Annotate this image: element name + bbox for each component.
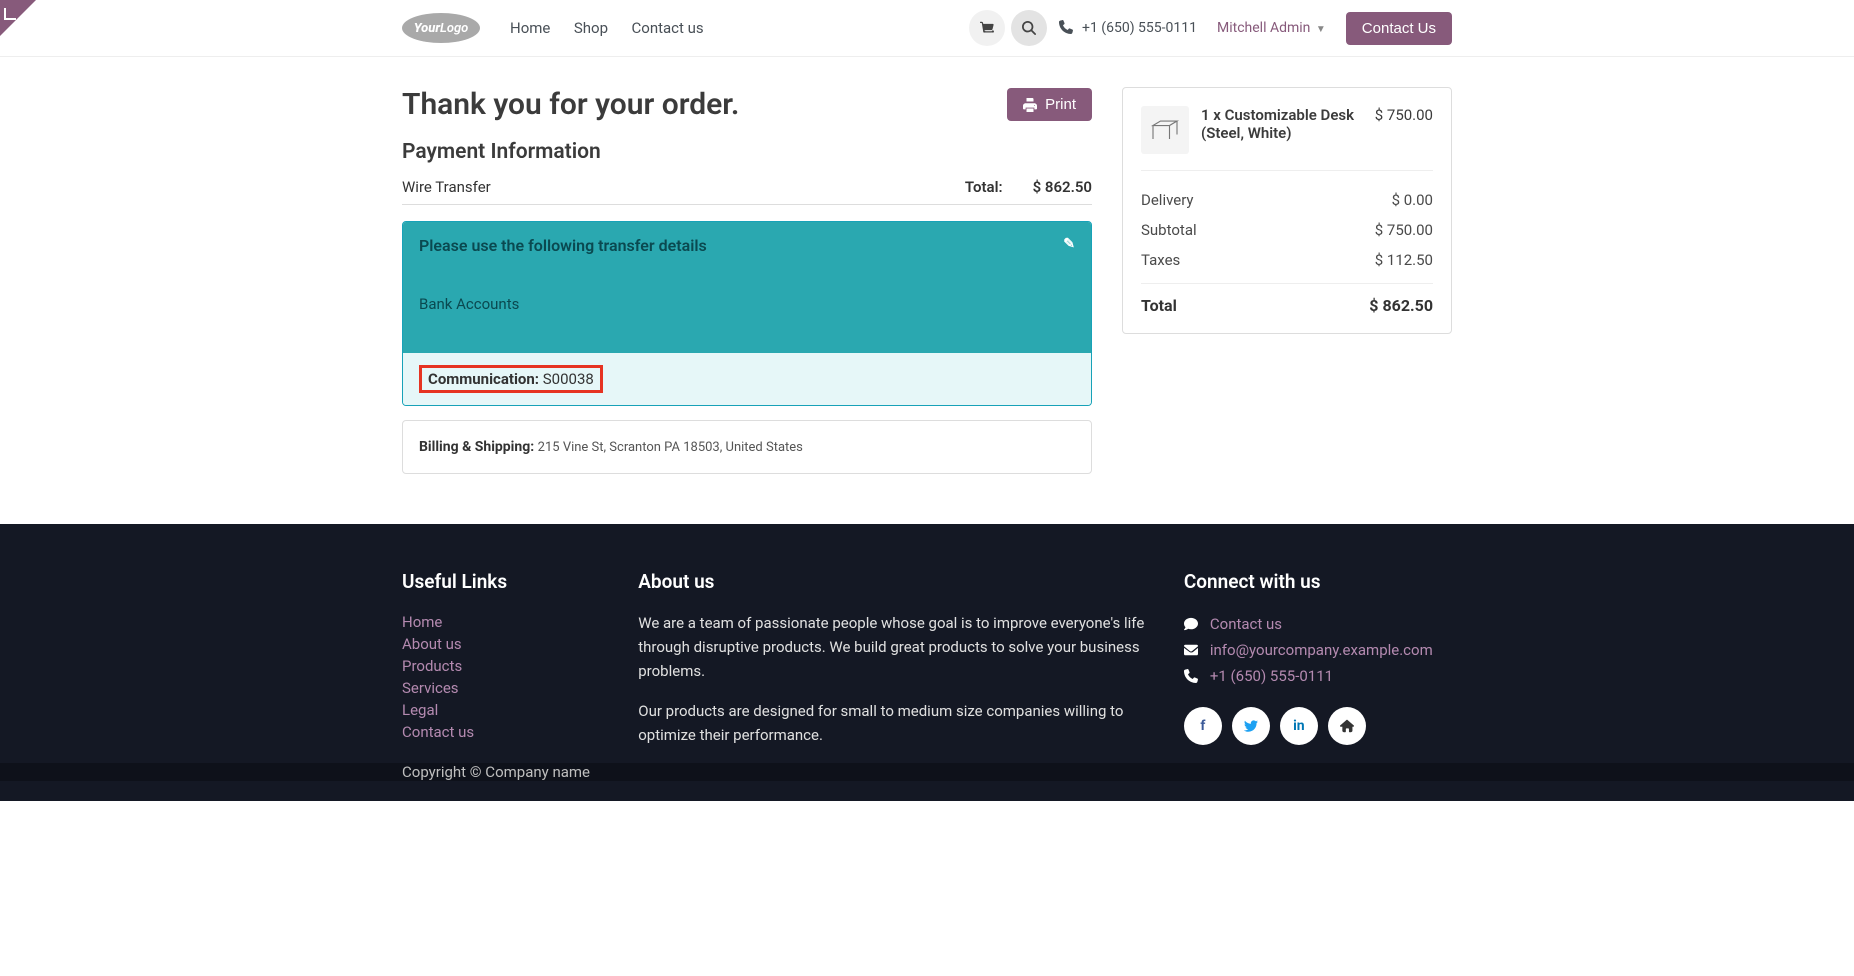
cart-icon[interactable]: [969, 10, 1005, 46]
product-name: 1 x Customizable Desk (Steel, White): [1201, 106, 1363, 142]
nav-shop[interactable]: Shop: [564, 11, 618, 45]
footer-contact-link[interactable]: Contact us: [1210, 613, 1282, 635]
logo[interactable]: YourLogo: [402, 13, 480, 43]
pencil-icon[interactable]: ✎: [1063, 236, 1075, 255]
footer-link[interactable]: Home: [402, 611, 608, 633]
main-nav: Home Shop Contact us: [500, 19, 714, 37]
nav-home[interactable]: Home: [500, 11, 560, 45]
logo-light: Logo: [440, 21, 468, 36]
footer-about: About us We are a team of passionate peo…: [638, 570, 1154, 763]
footer-connect: Connect with us Contact us info@yourcomp…: [1184, 570, 1452, 763]
total-label: Total:: [965, 178, 1003, 196]
page-title: Thank you for your order.: [402, 87, 739, 122]
phone-icon: [1184, 669, 1198, 683]
edit-ribbon[interactable]: [0, 0, 36, 36]
chat-icon: [1184, 617, 1198, 631]
footer-email-link[interactable]: info@yourcompany.example.com: [1210, 639, 1433, 661]
bank-accounts-label: Bank Accounts: [419, 295, 519, 313]
facebook-icon[interactable]: f: [1184, 707, 1222, 745]
header-phone: +1 (650) 555-0111: [1059, 20, 1197, 36]
footer-useful-links: Useful Links Home About us Products Serv…: [402, 570, 608, 763]
contact-us-button[interactable]: Contact Us: [1346, 12, 1452, 45]
linkedin-icon[interactable]: in: [1280, 707, 1318, 745]
print-icon: [1023, 98, 1037, 112]
summary-line-subtotal: Subtotal $ 750.00: [1141, 215, 1433, 245]
order-summary-card: 1 x Customizable Desk (Steel, White) $ 7…: [1122, 87, 1452, 334]
mail-icon: [1184, 643, 1198, 657]
print-button[interactable]: Print: [1007, 88, 1092, 121]
payment-info-heading: Payment Information: [402, 140, 1092, 164]
home-icon[interactable]: [1328, 707, 1366, 745]
footer-link[interactable]: About us: [402, 633, 608, 655]
search-icon[interactable]: [1011, 10, 1047, 46]
summary-total: Total $ 862.50: [1141, 283, 1433, 315]
transfer-details-box: Please use the following transfer detail…: [402, 221, 1092, 406]
total-amount: $ 862.50: [1033, 178, 1092, 196]
product-image: [1141, 106, 1189, 154]
twitter-icon[interactable]: [1232, 707, 1270, 745]
chevron-down-icon: ▼: [1316, 24, 1326, 35]
footer-link[interactable]: Services: [402, 677, 608, 699]
footer-link[interactable]: Products: [402, 655, 608, 677]
footer-phone-link[interactable]: +1 (650) 555-0111: [1210, 665, 1333, 687]
transfer-title: Please use the following transfer detail…: [419, 236, 707, 255]
nav-contact[interactable]: Contact us: [622, 11, 714, 45]
logo-bold: Your: [414, 21, 440, 36]
payment-method: Wire Transfer: [402, 178, 491, 196]
billing-shipping-box: Billing & Shipping: 215 Vine St, Scranto…: [402, 420, 1092, 474]
copyright-text: Copyright © Company name: [402, 763, 590, 781]
summary-line-taxes: Taxes $ 112.50: [1141, 245, 1433, 275]
product-price: $ 750.00: [1375, 106, 1433, 124]
communication-highlight: Communication: S00038: [419, 365, 603, 393]
footer-link[interactable]: Contact us: [402, 721, 608, 743]
summary-line-delivery: Delivery $ 0.00: [1141, 185, 1433, 215]
footer-link[interactable]: Legal: [402, 699, 608, 721]
user-menu[interactable]: Mitchell Admin ▼: [1217, 20, 1326, 36]
